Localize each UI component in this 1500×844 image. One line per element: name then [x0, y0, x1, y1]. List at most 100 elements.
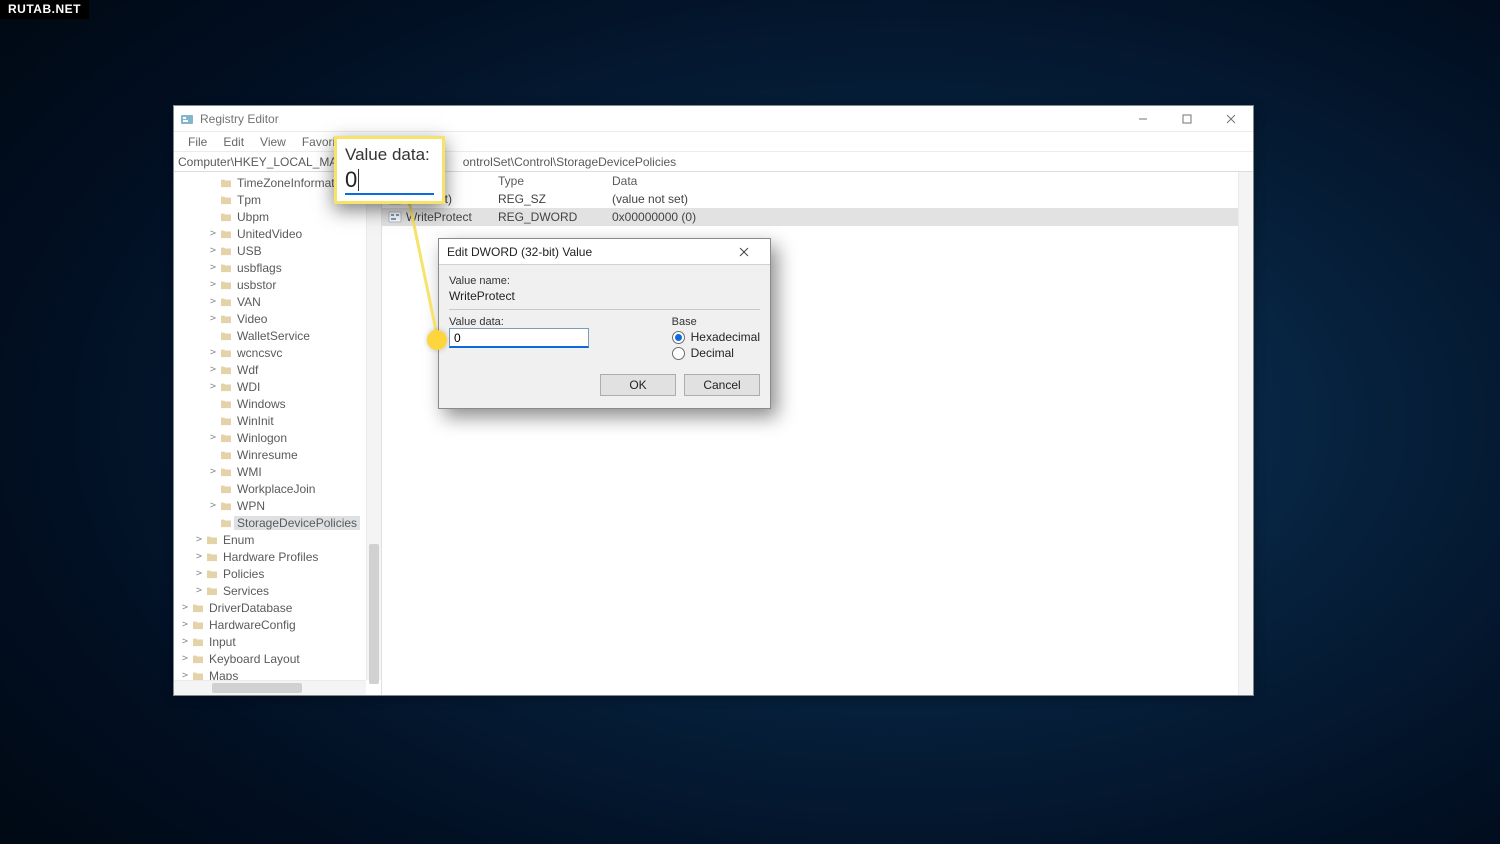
chevron-right-icon: > — [180, 671, 190, 681]
tree-item[interactable]: >VAN — [176, 293, 381, 310]
chevron-right-icon: > — [180, 603, 190, 613]
folder-icon — [220, 178, 232, 188]
maximize-button[interactable] — [1165, 106, 1209, 131]
minimize-button[interactable] — [1121, 106, 1165, 131]
chevron-right-icon: > — [208, 314, 218, 324]
tree-item-label: USB — [234, 244, 265, 258]
value-row[interactable]: ab(Default)REG_SZ(value not set) — [382, 190, 1253, 208]
folder-icon — [206, 535, 218, 545]
tree-item[interactable]: >Policies — [176, 565, 381, 582]
close-button[interactable] — [1209, 106, 1253, 131]
folder-icon — [220, 331, 232, 341]
list-scrollbar-vertical[interactable] — [1238, 172, 1253, 695]
value-row[interactable]: WriteProtect REG_DWORD0x00000000 (0) — [382, 208, 1253, 226]
ok-button[interactable]: OK — [600, 374, 676, 396]
folder-icon — [220, 433, 232, 443]
tree-scrollbar-horizontal[interactable] — [174, 680, 366, 695]
tree-item-label: Policies — [220, 567, 267, 581]
base-hex-radio[interactable]: Hexadecimal — [672, 330, 760, 344]
tree-item[interactable]: >wcncsvc — [176, 344, 381, 361]
column-header[interactable]: Type — [492, 172, 606, 190]
scrollbar-thumb[interactable] — [212, 683, 302, 693]
chevron-right-icon: > — [194, 586, 204, 596]
tree-item[interactable]: >Video — [176, 310, 381, 327]
tree-item[interactable]: >Winlogon — [176, 429, 381, 446]
tree-item[interactable]: > Enum — [176, 531, 381, 548]
tree-item-label: usbstor — [234, 278, 279, 292]
folder-icon — [220, 348, 232, 358]
tree-item[interactable]: >usbflags — [176, 259, 381, 276]
dialog-close-button[interactable] — [726, 247, 762, 257]
tree-scrollbar-vertical[interactable] — [366, 172, 381, 680]
tree-item[interactable]: > usbstor — [176, 276, 381, 293]
value-type: REG_DWORD — [492, 210, 606, 224]
regedit-icon — [180, 112, 194, 126]
tree-item[interactable]: StorageDevicePolicies — [176, 514, 381, 531]
folder-icon — [220, 416, 232, 426]
tree-item-label: VAN — [234, 295, 264, 309]
cancel-button[interactable]: Cancel — [684, 374, 760, 396]
tree-item[interactable]: >Keyboard Layout — [176, 650, 381, 667]
tree-item[interactable]: > DriverDatabase — [176, 599, 381, 616]
base-dec-radio[interactable]: Decimal — [672, 346, 760, 360]
site-watermark: RUTAB.NET — [0, 0, 89, 19]
chevron-right-icon: > — [194, 535, 204, 545]
menu-view[interactable]: View — [252, 133, 294, 151]
tree-item[interactable]: >WDI — [176, 378, 381, 395]
tree-navigation-pane[interactable]: TimeZoneInformationTpmUbpm>UnitedVideo>U… — [174, 172, 382, 695]
tree-item-label: Wdf — [234, 363, 261, 377]
value-data: 0x00000000 (0) — [606, 210, 866, 224]
chevron-right-icon: > — [180, 654, 190, 664]
folder-icon — [220, 484, 232, 494]
tree-item[interactable]: WinInit — [176, 412, 381, 429]
folder-icon — [220, 297, 232, 307]
folder-icon — [192, 620, 204, 630]
value-name-field: WriteProtect — [449, 289, 760, 303]
chevron-right-icon: > — [208, 263, 218, 273]
column-header[interactable]: Data — [606, 172, 866, 190]
menu-file[interactable]: File — [180, 133, 215, 151]
window-titlebar: Registry Editor — [174, 106, 1253, 132]
folder-icon — [206, 569, 218, 579]
dialog-title: Edit DWORD (32-bit) Value — [447, 245, 592, 259]
tree-item[interactable]: WalletService — [176, 327, 381, 344]
folder-icon — [220, 467, 232, 477]
tree-item[interactable]: >HardwareConfig — [176, 616, 381, 633]
menu-edit[interactable]: Edit — [215, 133, 252, 151]
value-name-label: Value name: — [449, 275, 760, 287]
callout-title: Value data: — [345, 145, 434, 165]
folder-icon — [220, 399, 232, 409]
tree-item-label: WMI — [234, 465, 265, 479]
folder-icon — [220, 314, 232, 324]
value-data-label: Value data: — [449, 316, 656, 328]
scrollbar-thumb[interactable] — [369, 544, 379, 684]
folder-icon — [192, 603, 204, 613]
dialog-titlebar: Edit DWORD (32-bit) Value — [439, 239, 770, 265]
chevron-right-icon: > — [180, 620, 190, 630]
chevron-right-icon: > — [208, 280, 218, 290]
window-title: Registry Editor — [200, 112, 279, 126]
chevron-right-icon: > — [208, 246, 218, 256]
chevron-right-icon: > — [180, 637, 190, 647]
tree-item-label: DriverDatabase — [206, 601, 295, 615]
tree-item[interactable]: >Services — [176, 582, 381, 599]
tree-item[interactable]: >UnitedVideo — [176, 225, 381, 242]
value-name: WriteProtect — [406, 210, 472, 224]
tree-item[interactable]: >Wdf — [176, 361, 381, 378]
tree-item-label: Hardware Profiles — [220, 550, 321, 564]
tree-item[interactable]: >Input — [176, 633, 381, 650]
tree-item-label: Enum — [220, 533, 257, 547]
tree-item-label: wcncsvc — [234, 346, 285, 360]
tree-item[interactable]: Windows — [176, 395, 381, 412]
tree-item[interactable]: >WPN — [176, 497, 381, 514]
tree-item[interactable]: >WMI — [176, 463, 381, 480]
value-data-input[interactable] — [449, 328, 589, 348]
tree-item-label: Winlogon — [234, 431, 290, 445]
tree-item[interactable]: > USB — [176, 242, 381, 259]
tree-item[interactable]: Winresume — [176, 446, 381, 463]
chevron-right-icon: > — [208, 382, 218, 392]
tree-item[interactable]: >Hardware Profiles — [176, 548, 381, 565]
tree-item[interactable]: WorkplaceJoin — [176, 480, 381, 497]
tree-item[interactable]: Ubpm — [176, 208, 381, 225]
folder-icon — [220, 365, 232, 375]
